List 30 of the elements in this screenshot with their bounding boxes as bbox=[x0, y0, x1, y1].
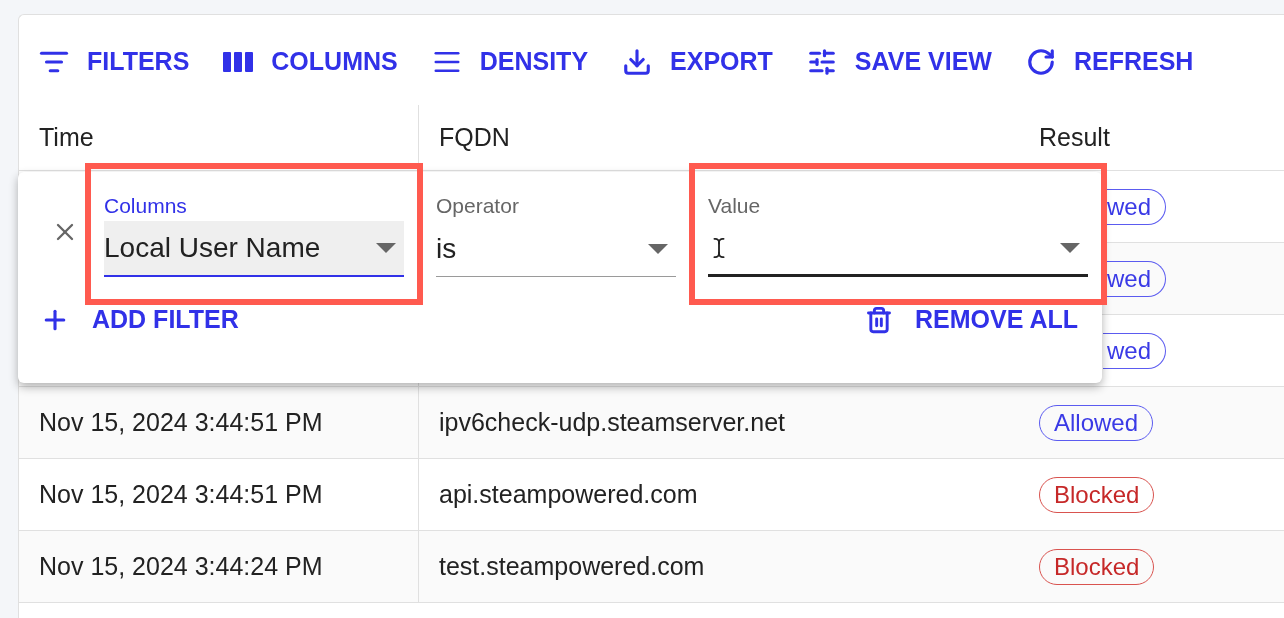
column-header[interactable]: Time bbox=[39, 118, 94, 157]
toolbar-button[interactable]: COLUMNS bbox=[223, 43, 398, 81]
download-icon bbox=[622, 47, 653, 77]
toolbar-button[interactable]: REFRESH bbox=[1025, 43, 1194, 81]
toolbar-button[interactable]: FILTERS bbox=[39, 43, 190, 81]
dropdown-caret-icon bbox=[376, 243, 396, 253]
field-label: Value bbox=[708, 193, 762, 219]
table-cell-text: Nov 15, 2024 3:44:51 PM bbox=[39, 406, 323, 438]
table-cell-text: test.steampowered.com bbox=[439, 550, 705, 582]
remove-all-button[interactable]: REMOVE ALL bbox=[865, 301, 1078, 339]
dropdown-caret-icon bbox=[648, 243, 668, 254]
column-header[interactable]: FQDN bbox=[439, 118, 510, 157]
add-filter-button[interactable]: ADD FILTER bbox=[40, 301, 239, 339]
columns-icon bbox=[223, 51, 254, 73]
table-cell-text: Nov 15, 2024 3:44:51 PM bbox=[39, 478, 323, 510]
sliders-icon bbox=[806, 47, 837, 77]
field-label: Columns bbox=[104, 193, 188, 219]
select-field[interactable]: is bbox=[436, 221, 676, 277]
toolbar-button[interactable]: DENSITY bbox=[431, 43, 589, 81]
toolbar-button[interactable]: SAVE VIEW bbox=[806, 43, 992, 81]
toolbar-button[interactable]: EXPORT bbox=[622, 43, 773, 81]
table-cell-text: Nov 15, 2024 3:44:24 PM bbox=[39, 550, 323, 582]
trash-icon bbox=[865, 304, 894, 335]
field-label: Operator bbox=[436, 193, 520, 219]
column-header[interactable]: Result bbox=[1039, 118, 1110, 157]
table-cell-text: api.steampowered.com bbox=[439, 478, 698, 510]
table-cell-text: ipv6check-udp.steamserver.net bbox=[439, 406, 785, 438]
select-field[interactable]: Local User Name bbox=[104, 221, 404, 277]
dropdown-caret-icon bbox=[1060, 242, 1080, 253]
refresh-icon bbox=[1025, 47, 1056, 77]
